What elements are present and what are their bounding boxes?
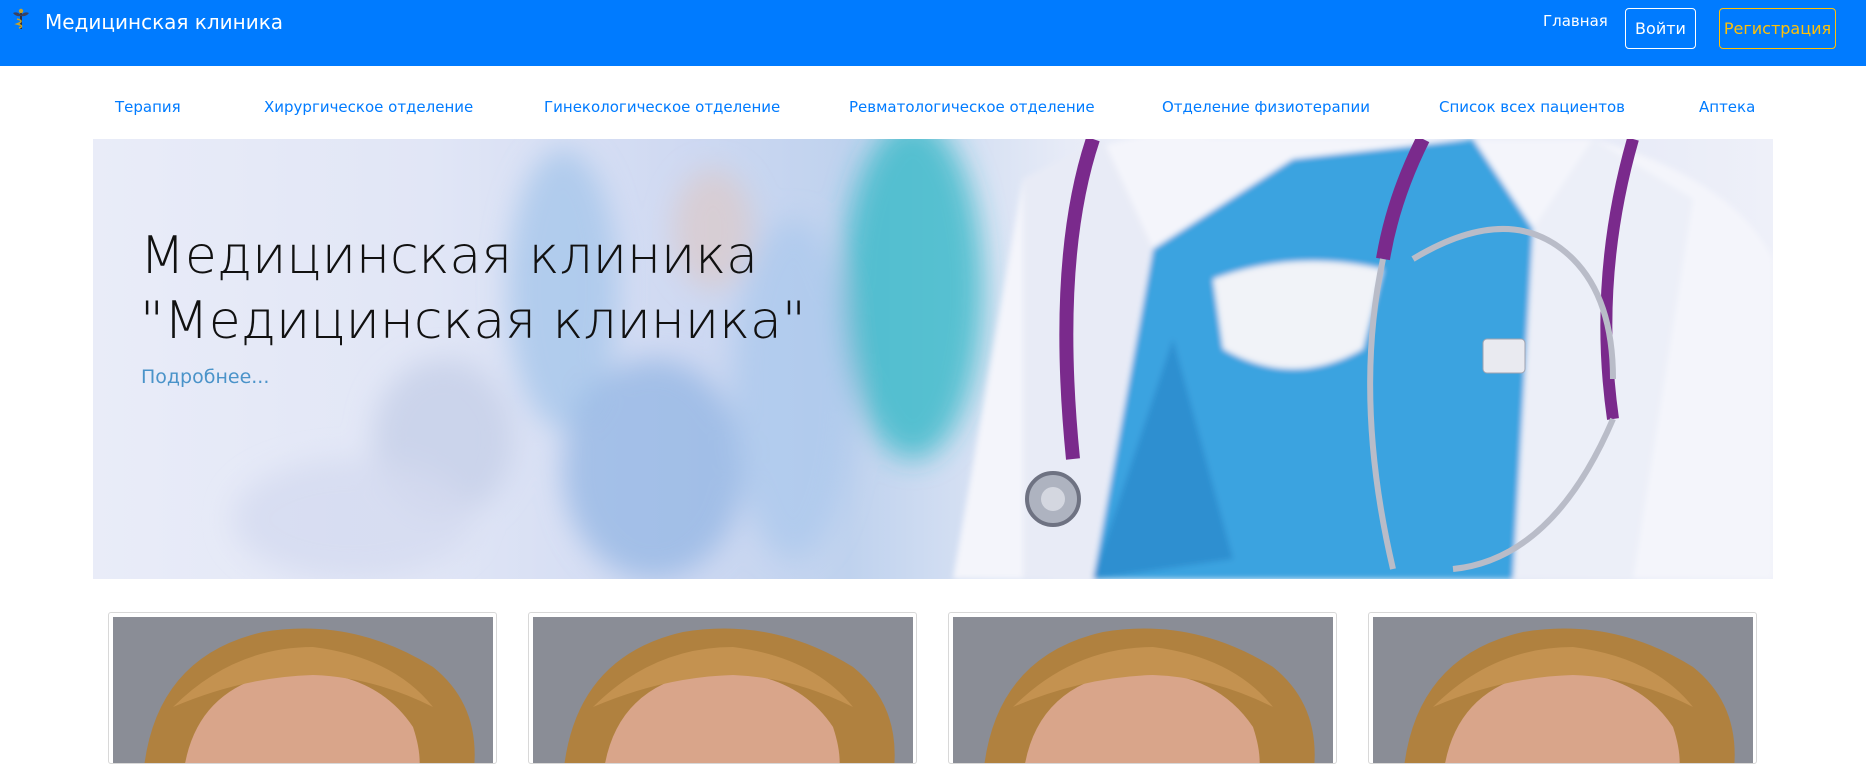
hero-banner: Медицинская клиника "Медицинская клиника… [93,139,1773,579]
doctor-photo [1373,617,1753,763]
department-nav: Терапия Хирургическое отделение Гинеколо… [0,96,1866,120]
doctor-card[interactable] [108,612,497,764]
dept-link-therapy[interactable]: Терапия [115,96,181,118]
hero-title-line2: "Медицинская клиника" [140,291,806,351]
dept-link-patients-list[interactable]: Список всех пациентов [1439,96,1625,118]
doctor-photo [953,617,1333,763]
nav-home-link[interactable]: Главная [1543,10,1608,32]
doctor-photo [533,617,913,763]
hero-title: Медицинская клиника "Медицинская клиника… [140,224,900,354]
hero-background-image [233,139,1773,579]
doctor-card[interactable] [1368,612,1757,764]
dept-link-pharmacy[interactable]: Аптека [1699,96,1755,118]
brand-title[interactable]: Медицинская клиника [45,9,283,35]
hero-title-line1: Медицинская клиника [140,226,758,286]
doctor-card[interactable] [528,612,917,764]
navbar: Медицинская клиника Главная Войти Регист… [0,0,1866,66]
caduceus-icon[interactable] [11,8,31,30]
dept-link-rheumatology[interactable]: Ревматологическое отделение [849,96,1095,118]
dept-link-surgery[interactable]: Хирургическое отделение [264,96,473,118]
doctor-card[interactable] [948,612,1337,764]
dept-link-gynecology[interactable]: Гинекологическое отделение [544,96,780,118]
doctor-photo [113,617,493,763]
dept-link-physiotherapy[interactable]: Отделение физиотерапии [1162,96,1370,118]
register-button[interactable]: Регистрация [1719,8,1836,49]
login-button[interactable]: Войти [1625,8,1696,49]
hero-more-link[interactable]: Подробнее... [141,364,269,390]
